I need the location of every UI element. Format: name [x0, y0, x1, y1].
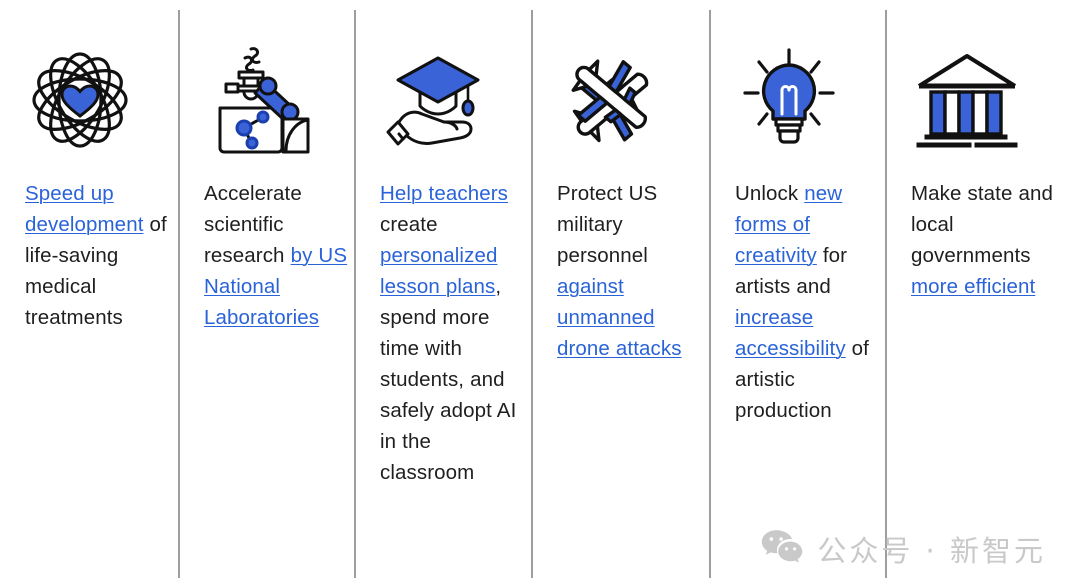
caption-link[interactable]: Speed up development: [25, 182, 144, 236]
caption-link[interactable]: against unmanned drone attacks: [557, 275, 682, 360]
caption-text: create: [380, 213, 438, 236]
caption-science: Accelerate scientific research by US Nat…: [178, 178, 354, 333]
column-education: Help teachers create personalized lesson…: [354, 0, 531, 588]
caption-government: Make state and local governments more ef…: [885, 178, 1080, 302]
caption-education: Help teachers create personalized lesson…: [354, 178, 531, 488]
caption-link[interactable]: increase accessibility: [735, 306, 846, 360]
column-science: Accelerate scientific research by US Nat…: [178, 0, 354, 588]
caption-defense: Protect US military personnel against un…: [531, 178, 709, 364]
graduation-cap-hand-icon: [354, 40, 531, 160]
caption-text: Unlock: [735, 182, 805, 205]
column-medical: Speed up development of life-saving medi…: [0, 0, 178, 588]
caption-creativity: Unlock new forms of creativity for artis…: [709, 178, 885, 426]
lightbulb-icon: [709, 40, 885, 160]
column-government: Make state and local governments more ef…: [885, 0, 1080, 588]
caption-text: Protect US military personnel: [557, 182, 658, 267]
crossed-drones-icon: [531, 40, 709, 160]
lab-robot-arm-icon: [178, 40, 354, 160]
column-creativity: Unlock new forms of creativity for artis…: [709, 0, 885, 588]
caption-text: , spend more time with students, and saf…: [380, 275, 517, 484]
atom-heart-icon: [0, 40, 178, 160]
caption-text: Make state and local governments: [911, 182, 1053, 267]
caption-link[interactable]: Help teachers: [380, 182, 508, 205]
caption-medical: Speed up development of life-saving medi…: [0, 178, 178, 333]
column-defense: Protect US military personnel against un…: [531, 0, 709, 588]
feature-columns-board: Speed up development of life-saving medi…: [0, 0, 1080, 588]
bank-building-icon: [885, 40, 1080, 160]
caption-link[interactable]: more efficient: [911, 275, 1035, 298]
caption-link[interactable]: personalized lesson plans: [380, 244, 497, 298]
caption-text: Accelerate scientific research: [204, 182, 302, 267]
